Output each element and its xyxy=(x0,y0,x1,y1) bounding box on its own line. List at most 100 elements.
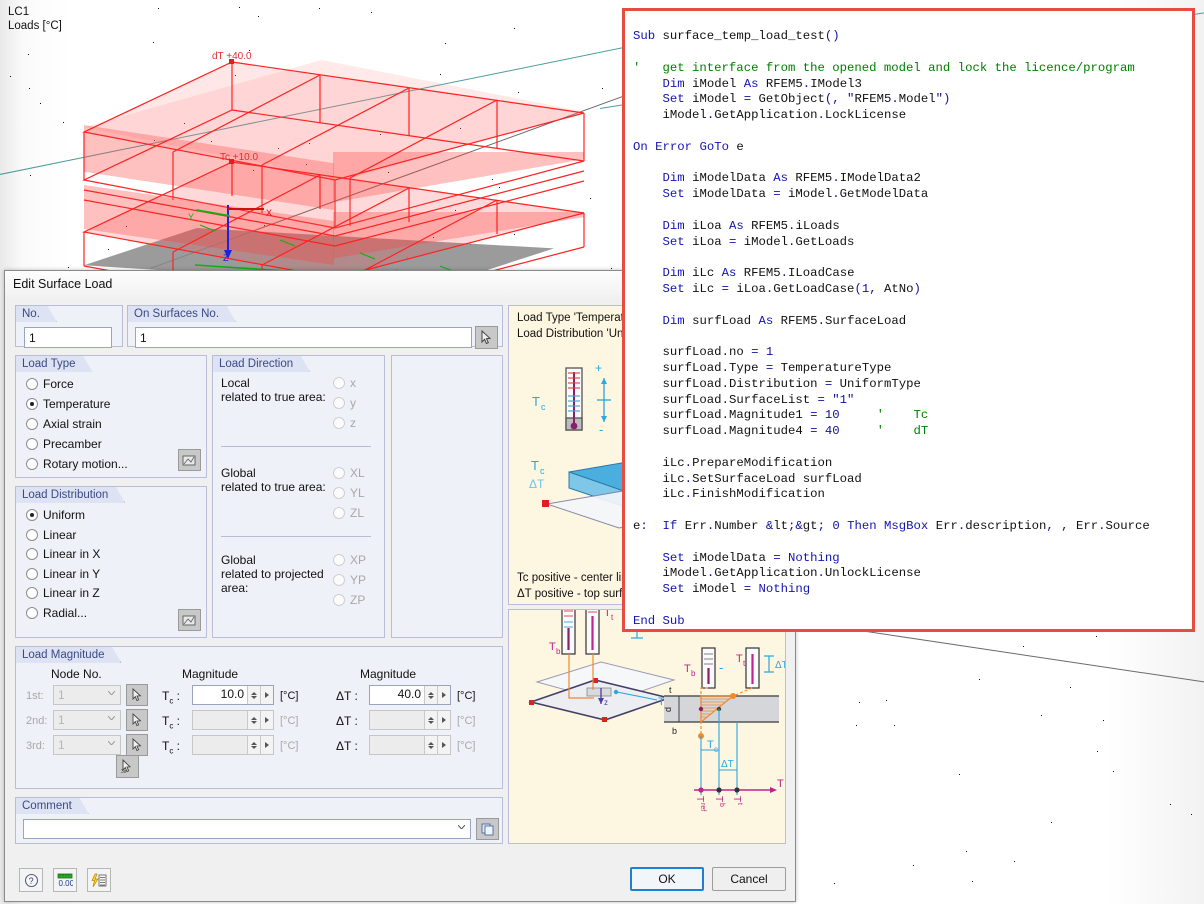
radio-direction-ZL[interactable]: ZL xyxy=(333,506,364,520)
radio-direction-ZP[interactable]: ZP xyxy=(333,593,365,607)
svg-text:T: T xyxy=(777,778,784,790)
svg-text:0.00: 0.00 xyxy=(59,879,74,888)
load-wizard-icon[interactable] xyxy=(87,868,111,892)
group-load-type-caption: Load Type xyxy=(15,355,93,372)
axis-z-label: Z xyxy=(223,253,229,263)
radio-dot xyxy=(26,378,38,390)
svg-text:ΔT: ΔT xyxy=(721,759,734,770)
svg-text:?: ? xyxy=(28,876,33,886)
radio-dot xyxy=(26,398,38,410)
svg-text:-: - xyxy=(599,422,603,437)
radio-temperature[interactable]: Temperature xyxy=(26,397,110,411)
group-load-distribution-caption: Load Distribution xyxy=(15,486,125,503)
chevron-down-icon xyxy=(458,825,465,829)
node-no-combo-1[interactable]: 1 xyxy=(53,710,121,730)
radio-linear-in-x[interactable]: Linear in X xyxy=(26,547,100,561)
svg-text:ΔT: ΔT xyxy=(529,477,545,491)
node-no-combo-2[interactable]: 1 xyxy=(53,735,121,755)
unit-tc-2: [°C] xyxy=(280,739,298,753)
radio-label: Linear in X xyxy=(43,547,100,561)
on-surfaces-input[interactable] xyxy=(135,327,472,348)
radio-direction-y[interactable]: y xyxy=(333,396,356,410)
lc-line-1: LC1 xyxy=(8,6,29,18)
tc-more-2[interactable] xyxy=(260,736,273,754)
help-question-icon[interactable]: ? xyxy=(19,868,43,892)
tc-stepper-0[interactable] xyxy=(247,686,260,704)
svg-text:b: b xyxy=(556,647,561,656)
dt-more-2[interactable] xyxy=(437,736,450,754)
dt-spinner-0[interactable]: 40.0 xyxy=(369,685,451,705)
radio-linear-in-y[interactable]: Linear in Y xyxy=(26,567,100,581)
pick-cursor-icon[interactable] xyxy=(475,326,498,349)
row-ordinal-2: 3rd: xyxy=(26,739,45,753)
radio-label: Uniform xyxy=(43,508,85,522)
tc-spinner-0[interactable]: 10.0 xyxy=(192,685,274,705)
tc-more-0[interactable] xyxy=(260,686,273,704)
lc-line-2: Loads [°C] xyxy=(8,20,62,32)
radio-rotary-motion[interactable]: Rotary motion... xyxy=(26,457,128,471)
cancel-button[interactable]: Cancel xyxy=(712,867,786,891)
group-load-type: Load Type Force Temperature Axial strain Pr… xyxy=(15,355,207,478)
radio-label: Linear xyxy=(43,528,76,542)
radio-dot xyxy=(26,509,38,521)
radio-label: Rotary motion... xyxy=(43,457,128,471)
symbol-dt-0: ΔT : xyxy=(336,689,358,703)
group-on-surfaces-caption: On Surfaces No. xyxy=(127,305,236,322)
direction-group-label-0: Localrelated to true area: xyxy=(221,376,326,404)
pick-cursor-icon-row-2[interactable] xyxy=(126,734,148,756)
radio-force[interactable]: Force xyxy=(26,377,74,391)
comment-input[interactable] xyxy=(23,819,471,839)
radio-dot xyxy=(333,594,345,606)
load-distribution-settings-icon[interactable] xyxy=(178,609,201,631)
group-no: No. xyxy=(15,305,123,347)
tc-more-1[interactable] xyxy=(260,711,273,729)
svg-text:T: T xyxy=(658,696,665,708)
pick-cursor-icon-row-0[interactable] xyxy=(126,684,148,706)
tc-stepper-1[interactable] xyxy=(247,711,260,729)
dt-stepper-1[interactable] xyxy=(424,711,437,729)
dt-more-0[interactable] xyxy=(437,686,450,704)
tc-stepper-2[interactable] xyxy=(247,736,260,754)
radio-direction-YP[interactable]: YP xyxy=(333,573,366,587)
symbol-tc-1: Tc : xyxy=(162,714,180,733)
dt-spinner-2[interactable] xyxy=(369,735,451,755)
units-0.00-icon[interactable]: 0.00 xyxy=(53,868,77,892)
radio-linear[interactable]: Linear xyxy=(26,528,76,542)
radio-direction-x[interactable]: x xyxy=(333,376,356,390)
copy-comment-icon[interactable] xyxy=(476,818,499,840)
group-no-caption: No. xyxy=(15,305,57,322)
svg-text:T: T xyxy=(684,663,691,675)
dt-stepper-2[interactable] xyxy=(424,736,437,754)
col-header-magnitude-tc: Magnitude xyxy=(182,667,238,681)
radio-linear-in-z[interactable]: Linear in Z xyxy=(26,586,100,600)
illus-bottom-graphic: T t T b ΔT xyxy=(509,610,786,844)
ok-button[interactable]: OK xyxy=(630,867,704,891)
dt-spinner-1[interactable] xyxy=(369,710,451,730)
radio-direction-z[interactable]: z xyxy=(333,416,356,430)
radio-radial[interactable]: Radial... xyxy=(26,606,87,620)
radio-axial-strain[interactable]: Axial strain xyxy=(26,417,102,431)
node-no-combo-0[interactable]: 1 xyxy=(53,685,121,705)
pick-3-nodes-icon[interactable]: 3x xyxy=(116,755,139,778)
radio-uniform[interactable]: Uniform xyxy=(26,508,85,522)
radio-direction-XP[interactable]: XP xyxy=(333,553,366,567)
model-wireframe xyxy=(0,0,640,290)
svg-text:ΔT: ΔT xyxy=(775,660,786,671)
load-type-settings-icon[interactable] xyxy=(178,449,201,471)
col-header-magnitude-dt: Magnitude xyxy=(360,667,416,681)
radio-direction-XL[interactable]: XL xyxy=(333,466,365,480)
radio-label: YP xyxy=(350,573,366,587)
pick-cursor-icon-row-1[interactable] xyxy=(126,709,148,731)
dt-stepper-0[interactable] xyxy=(424,686,437,704)
svg-text:-: - xyxy=(719,660,723,675)
dt-more-1[interactable] xyxy=(437,711,450,729)
radio-precamber[interactable]: Precamber xyxy=(26,437,102,451)
radio-direction-YL[interactable]: YL xyxy=(333,486,365,500)
svg-text:3x: 3x xyxy=(121,769,127,774)
direction-separator-0 xyxy=(221,446,371,447)
unit-tc-1: [°C] xyxy=(280,714,298,728)
vba-code-overlay-panel: Sub surface_temp_load_test() ' get inter… xyxy=(622,8,1195,632)
tc-spinner-1[interactable] xyxy=(192,710,274,730)
tc-spinner-2[interactable] xyxy=(192,735,274,755)
no-input[interactable] xyxy=(24,327,112,348)
